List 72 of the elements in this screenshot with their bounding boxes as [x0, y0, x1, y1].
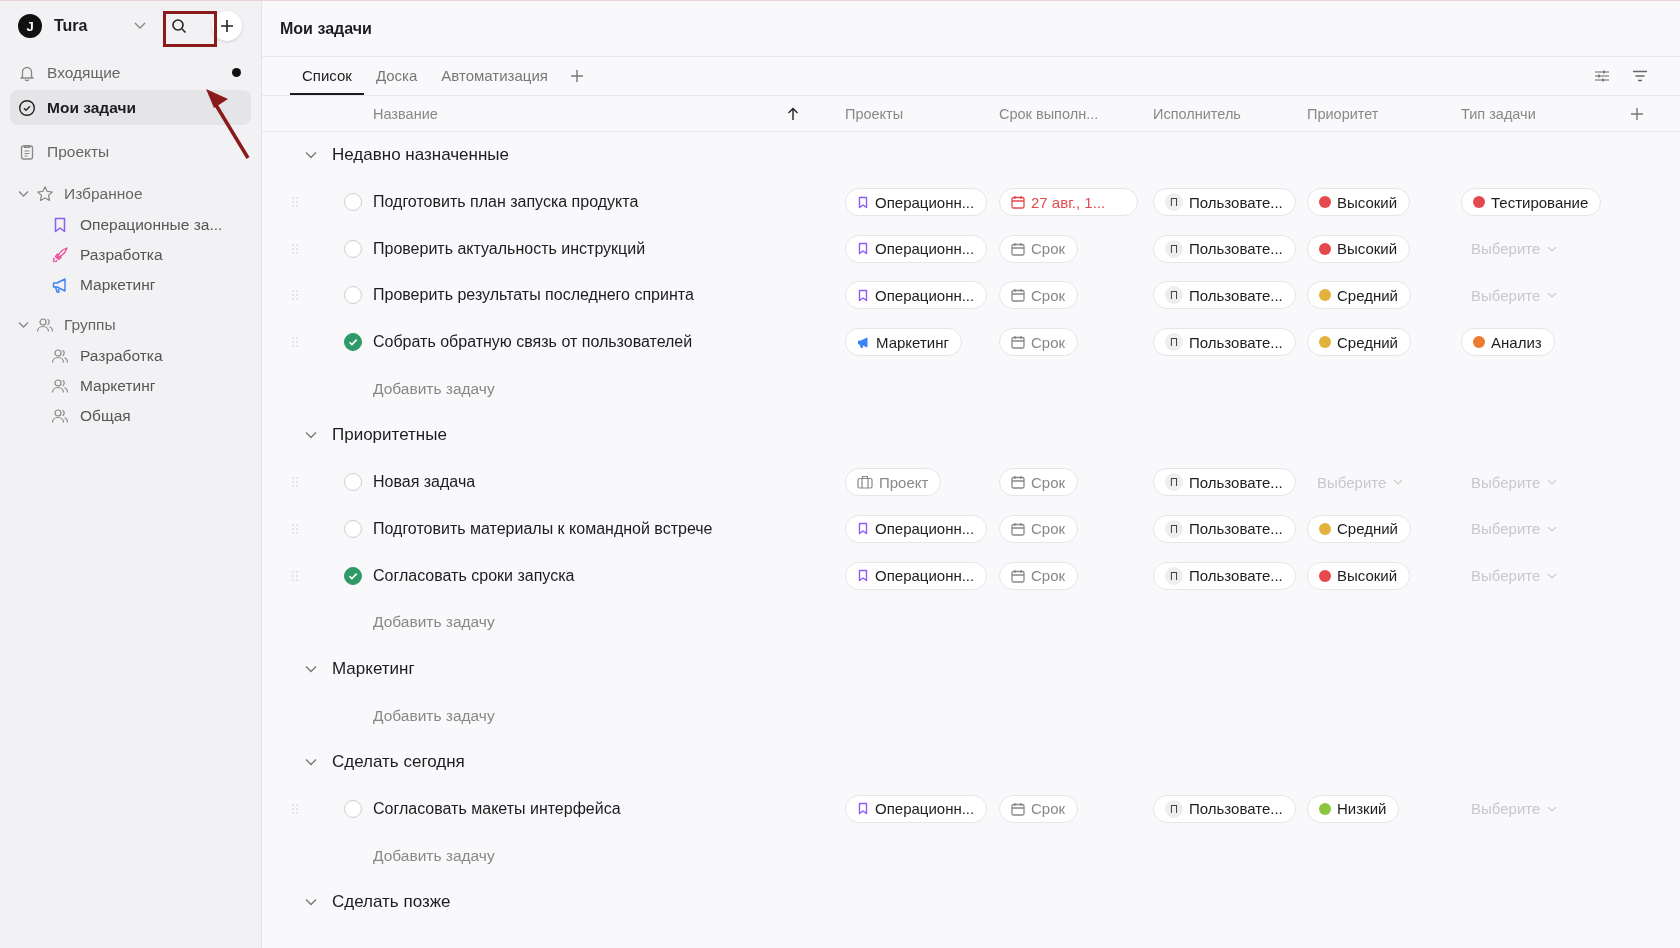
priority-pill[interactable]: Средний [1307, 328, 1411, 357]
view-tab[interactable]: Доска [363, 57, 430, 95]
task-name[interactable]: Подготовить материалы к командной встрече [373, 519, 845, 538]
group-header[interactable]: Маркетинг [262, 645, 1680, 693]
view-tab[interactable]: Автоматизация [429, 57, 560, 95]
sidebar-item[interactable]: Разработка [10, 240, 251, 270]
due-date-pill[interactable]: Срок [999, 514, 1079, 543]
task-name[interactable]: Проверить результаты последнего спринта [373, 286, 845, 305]
task-name[interactable]: Проверить актуальность инструкций [373, 239, 845, 258]
avatar-initial: П [1165, 193, 1183, 212]
project-pill[interactable]: Проект [845, 468, 942, 497]
due-date-pill[interactable]: Срок [999, 468, 1079, 497]
due-date-pill[interactable]: Срок [999, 794, 1079, 823]
assignee-pill[interactable]: П Пользовате... [1153, 281, 1296, 310]
sidebar-item[interactable]: Маркетинг [10, 371, 251, 401]
sidebar-item[interactable]: Маркетинг [10, 270, 251, 300]
sidebar-item[interactable]: Мои задачи [10, 90, 251, 125]
task-name[interactable]: Новая задача [373, 473, 845, 492]
project-pill[interactable]: Операционн... [845, 188, 988, 217]
sidebar-item[interactable]: Разработка [10, 341, 251, 371]
project-pill[interactable]: Операционн... [845, 234, 988, 263]
assignee-pill[interactable]: П Пользовате... [1153, 328, 1296, 357]
avatar-initial: П [1165, 333, 1183, 352]
project-pill[interactable]: Операционн... [845, 514, 988, 543]
project-pill[interactable]: Маркетинг [845, 328, 962, 357]
priority-pill[interactable]: Высокий [1307, 234, 1411, 263]
assignee-pill[interactable]: П Пользовате... [1153, 234, 1296, 263]
sidebar-section-header[interactable]: Группы [10, 309, 251, 341]
assignee-pill[interactable]: П Пользовате... [1153, 561, 1296, 590]
priority-pill[interactable]: Средний [1307, 514, 1411, 543]
assignee-pill[interactable]: П Пользовате... [1153, 794, 1296, 823]
task-type-pill[interactable]: Анализ [1461, 328, 1555, 357]
group-header[interactable]: Приоритетные [262, 412, 1680, 459]
view-tab[interactable]: Список [290, 57, 364, 95]
priority-pill[interactable]: Высокий [1307, 188, 1411, 217]
group-header[interactable]: Сделать сегодня [262, 738, 1680, 786]
avatar-initial: П [1165, 799, 1183, 818]
sidebar-item[interactable]: Входящие [10, 55, 251, 90]
avatar-initial: П [1165, 473, 1183, 492]
sidebar-item[interactable]: Проекты [10, 134, 251, 169]
project-pill[interactable]: Операционн... [845, 281, 988, 310]
due-date-pill[interactable]: Срок [999, 281, 1079, 310]
group-header[interactable]: Недавно назначенные [262, 132, 1680, 179]
sidebar-item[interactable]: Общая [10, 401, 251, 431]
task-name[interactable]: Подготовить план запуска продукта [373, 193, 845, 212]
due-date-pill[interactable]: Срок [999, 328, 1079, 357]
sidebar-item[interactable]: Операционные за... [10, 210, 251, 240]
project-pill[interactable]: Операционн... [845, 561, 988, 590]
column-header[interactable]: Срок выполн... [999, 105, 1153, 122]
avatar-initial: П [1165, 519, 1183, 538]
workspace-logo: J [18, 14, 42, 38]
sidebar-section-header[interactable]: Избранное [10, 178, 251, 210]
avatar-initial: П [1165, 239, 1183, 258]
group-header[interactable]: Сделать позже [262, 879, 1680, 926]
assignee-pill[interactable]: П Пользовате... [1153, 188, 1296, 217]
priority-pill[interactable]: Низкий [1307, 794, 1400, 823]
assignee-pill[interactable]: П Пользовате... [1153, 514, 1296, 543]
task-type-pill[interactable]: Тестирование [1461, 188, 1602, 217]
project-pill[interactable]: Операционн... [845, 794, 988, 823]
priority-pill[interactable]: Средний [1307, 281, 1411, 310]
avatar-initial: П [1165, 566, 1183, 585]
due-date-pill[interactable]: Срок [999, 561, 1079, 590]
task-name[interactable]: Согласовать сроки запуска [373, 566, 845, 585]
priority-pill[interactable]: Высокий [1307, 561, 1411, 590]
workspace-name[interactable]: Tura [54, 17, 134, 35]
due-date-pill[interactable]: Срок [999, 234, 1079, 263]
page-title: Мои задачи [280, 19, 372, 38]
avatar-initial: П [1165, 286, 1183, 305]
assignee-pill[interactable]: П Пользовате... [1153, 468, 1296, 497]
task-name[interactable]: Собрать обратную связь от пользователей [373, 333, 845, 352]
task-name[interactable]: Согласовать макеты интерфейса [373, 799, 845, 818]
due-date-pill[interactable]: 27 авг., 1... [999, 188, 1139, 217]
